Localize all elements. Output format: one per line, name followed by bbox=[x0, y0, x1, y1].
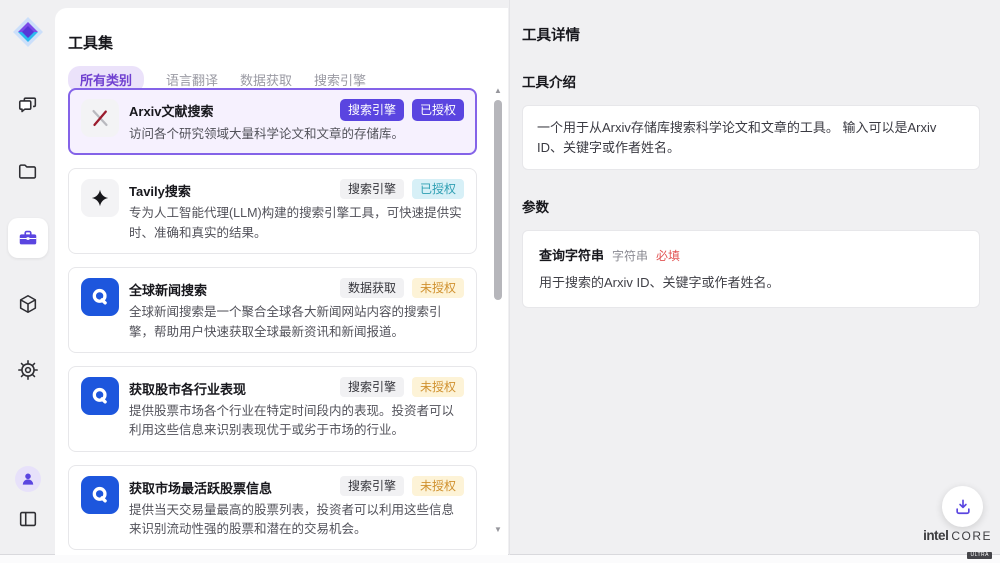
detail-title: 工具详情 bbox=[522, 24, 980, 45]
tool-card[interactable]: Tavily搜索 搜索引擎 已授权 专为人工智能代理(LLM)构建的搜索引擎工具… bbox=[68, 168, 477, 254]
category-badge: 搜索引擎 bbox=[340, 476, 404, 496]
sidebar-item-tools[interactable] bbox=[8, 218, 48, 258]
toolbox-icon bbox=[17, 227, 39, 249]
tool-card-description: 全球新闻搜索是一个聚合全球各大新闻网站内容的搜索引擎，帮助用户快速获取全球最新资… bbox=[129, 303, 464, 342]
tool-card-title: Tavily搜索 bbox=[129, 179, 191, 200]
category-badge: 搜索引擎 bbox=[340, 179, 404, 199]
tool-card-description: 访问各个研究领域大量科学论文和文章的存储库。 bbox=[129, 125, 464, 144]
news-q-icon bbox=[89, 484, 111, 506]
scroll-up-arrow[interactable]: ▲ bbox=[492, 86, 504, 96]
sidebar bbox=[0, 0, 55, 554]
tool-card-title: Arxiv文献搜索 bbox=[129, 99, 214, 120]
sidebar-item-files[interactable] bbox=[8, 152, 48, 192]
core-brand-text: CORE bbox=[951, 529, 992, 543]
auth-status-badge: 已授权 bbox=[412, 179, 464, 199]
tool-card-title: 全球新闻搜索 bbox=[129, 278, 207, 299]
tool-card-body: 获取市场最活跃股票信息 搜索引擎 未授权 提供当天交易量最高的股票列表，投资者可… bbox=[129, 476, 464, 540]
sidebar-item-chat[interactable] bbox=[8, 86, 48, 126]
parameter-name: 查询字符串 bbox=[539, 245, 604, 264]
tool-detail-panel: 工具详情 工具介绍 一个用于从Arxiv存储库搜索科学论文和文章的工具。 输入可… bbox=[509, 0, 1000, 555]
intro-text: 一个用于从Arxiv存储库搜索科学论文和文章的工具。 输入可以是Arxiv ID… bbox=[522, 105, 980, 170]
tool-card[interactable]: 获取市场最活跃股票信息 搜索引擎 未授权 提供当天交易量最高的股票列表，投资者可… bbox=[68, 465, 477, 551]
parameter-type: 字符串 bbox=[612, 247, 648, 264]
tool-card-body: 获取股市各行业表现 搜索引擎 未授权 提供股票市场各个行业在特定时间段内的表现。… bbox=[129, 377, 464, 441]
app-window: 工具集 所有类别语言翻译数据获取搜索引擎 Arxiv文献搜索 搜索引擎 已授权 … bbox=[0, 0, 1000, 555]
download-button[interactable] bbox=[942, 486, 983, 527]
category-badge: 数据获取 bbox=[340, 278, 404, 298]
auth-status-badge: 未授权 bbox=[412, 278, 464, 298]
app-root: 工具集 所有类别语言翻译数据获取搜索引擎 Arxiv文献搜索 搜索引擎 已授权 … bbox=[0, 0, 1000, 563]
category-badge: 搜索引擎 bbox=[340, 377, 404, 397]
user-avatar[interactable] bbox=[15, 466, 41, 492]
tool-icon bbox=[81, 377, 119, 415]
parameter-required-badge: 必填 bbox=[656, 247, 680, 264]
auth-status-badge: 已授权 bbox=[412, 99, 464, 121]
sidebar-item-models[interactable] bbox=[8, 284, 48, 324]
parameter-description: 用于搜索的Arxiv ID、关键字或作者姓名。 bbox=[539, 273, 963, 293]
tool-card-body: 全球新闻搜索 数据获取 未授权 全球新闻搜索是一个聚合全球各大新闻网站内容的搜索… bbox=[129, 278, 464, 342]
tool-card-body: Arxiv文献搜索 搜索引擎 已授权 访问各个研究领域大量科学论文和文章的存储库… bbox=[129, 99, 464, 144]
tool-card-title: 获取股市各行业表现 bbox=[129, 377, 246, 398]
intel-brand-text: intel bbox=[923, 528, 948, 543]
news-q-icon bbox=[89, 385, 111, 407]
scrollbar: ▲ ▼ bbox=[492, 86, 504, 547]
tool-icon bbox=[81, 278, 119, 316]
collapse-panel-button[interactable] bbox=[15, 506, 41, 532]
panel-icon bbox=[17, 508, 39, 530]
app-logo-icon bbox=[12, 16, 44, 48]
tool-card[interactable]: 全球新闻搜索 数据获取 未授权 全球新闻搜索是一个聚合全球各大新闻网站内容的搜索… bbox=[68, 267, 477, 353]
gear-icon bbox=[17, 359, 39, 381]
tool-icon bbox=[81, 179, 119, 217]
intel-core-logo: intel CORE ULTRA bbox=[922, 528, 992, 561]
category-badge: 搜索引擎 bbox=[340, 99, 404, 121]
tool-card-description: 提供股票市场各个行业在特定时间段内的表现。投资者可以利用这些信息来识别表现优于或… bbox=[129, 402, 464, 441]
tool-list-panel: 工具集 所有类别语言翻译数据获取搜索引擎 Arxiv文献搜索 搜索引擎 已授权 … bbox=[55, 8, 508, 555]
auth-status-badge: 未授权 bbox=[412, 476, 464, 496]
tool-card-list: Arxiv文献搜索 搜索引擎 已授权 访问各个研究领域大量科学论文和文章的存储库… bbox=[68, 88, 477, 555]
page-title: 工具集 bbox=[68, 32, 113, 53]
sidebar-nav bbox=[8, 86, 48, 390]
tool-card-description: 提供当天交易量最高的股票列表，投资者可以利用这些信息来识别流动性强的股票和潜在的… bbox=[129, 501, 464, 540]
tool-card[interactable]: 获取股市各行业表现 搜索引擎 未授权 提供股票市场各个行业在特定时间段内的表现。… bbox=[68, 366, 477, 452]
tool-card[interactable]: Arxiv文献搜索 搜索引擎 已授权 访问各个研究领域大量科学论文和文章的存储库… bbox=[68, 88, 477, 155]
params-heading: 参数 bbox=[522, 196, 980, 216]
intro-heading: 工具介绍 bbox=[522, 71, 980, 91]
sidebar-item-settings[interactable] bbox=[8, 350, 48, 390]
tavily-star-icon bbox=[89, 187, 111, 209]
cube-icon bbox=[17, 293, 39, 315]
tool-card-title: 获取市场最活跃股票信息 bbox=[129, 476, 272, 497]
news-q-icon bbox=[89, 286, 111, 308]
download-icon bbox=[953, 497, 973, 517]
parameter-header: 查询字符串 字符串 必填 bbox=[539, 245, 963, 264]
ultra-badge: ULTRA bbox=[967, 552, 992, 559]
folder-icon bbox=[17, 161, 39, 183]
scrollbar-thumb[interactable] bbox=[494, 100, 502, 300]
chat-icon bbox=[17, 95, 39, 117]
tool-icon bbox=[81, 476, 119, 514]
auth-status-badge: 未授权 bbox=[412, 377, 464, 397]
tool-icon bbox=[81, 99, 119, 137]
tool-card-body: Tavily搜索 搜索引擎 已授权 专为人工智能代理(LLM)构建的搜索引擎工具… bbox=[129, 179, 464, 243]
tool-card-description: 专为人工智能代理(LLM)构建的搜索引擎工具，可快速提供实时、准确和真实的结果。 bbox=[129, 204, 464, 243]
scroll-down-arrow[interactable]: ▼ bbox=[492, 525, 504, 535]
arxiv-logo-icon bbox=[89, 107, 111, 129]
parameter-card: 查询字符串 字符串 必填 用于搜索的Arxiv ID、关键字或作者姓名。 bbox=[522, 230, 980, 308]
sidebar-bottom bbox=[0, 466, 55, 532]
user-icon bbox=[19, 470, 37, 488]
